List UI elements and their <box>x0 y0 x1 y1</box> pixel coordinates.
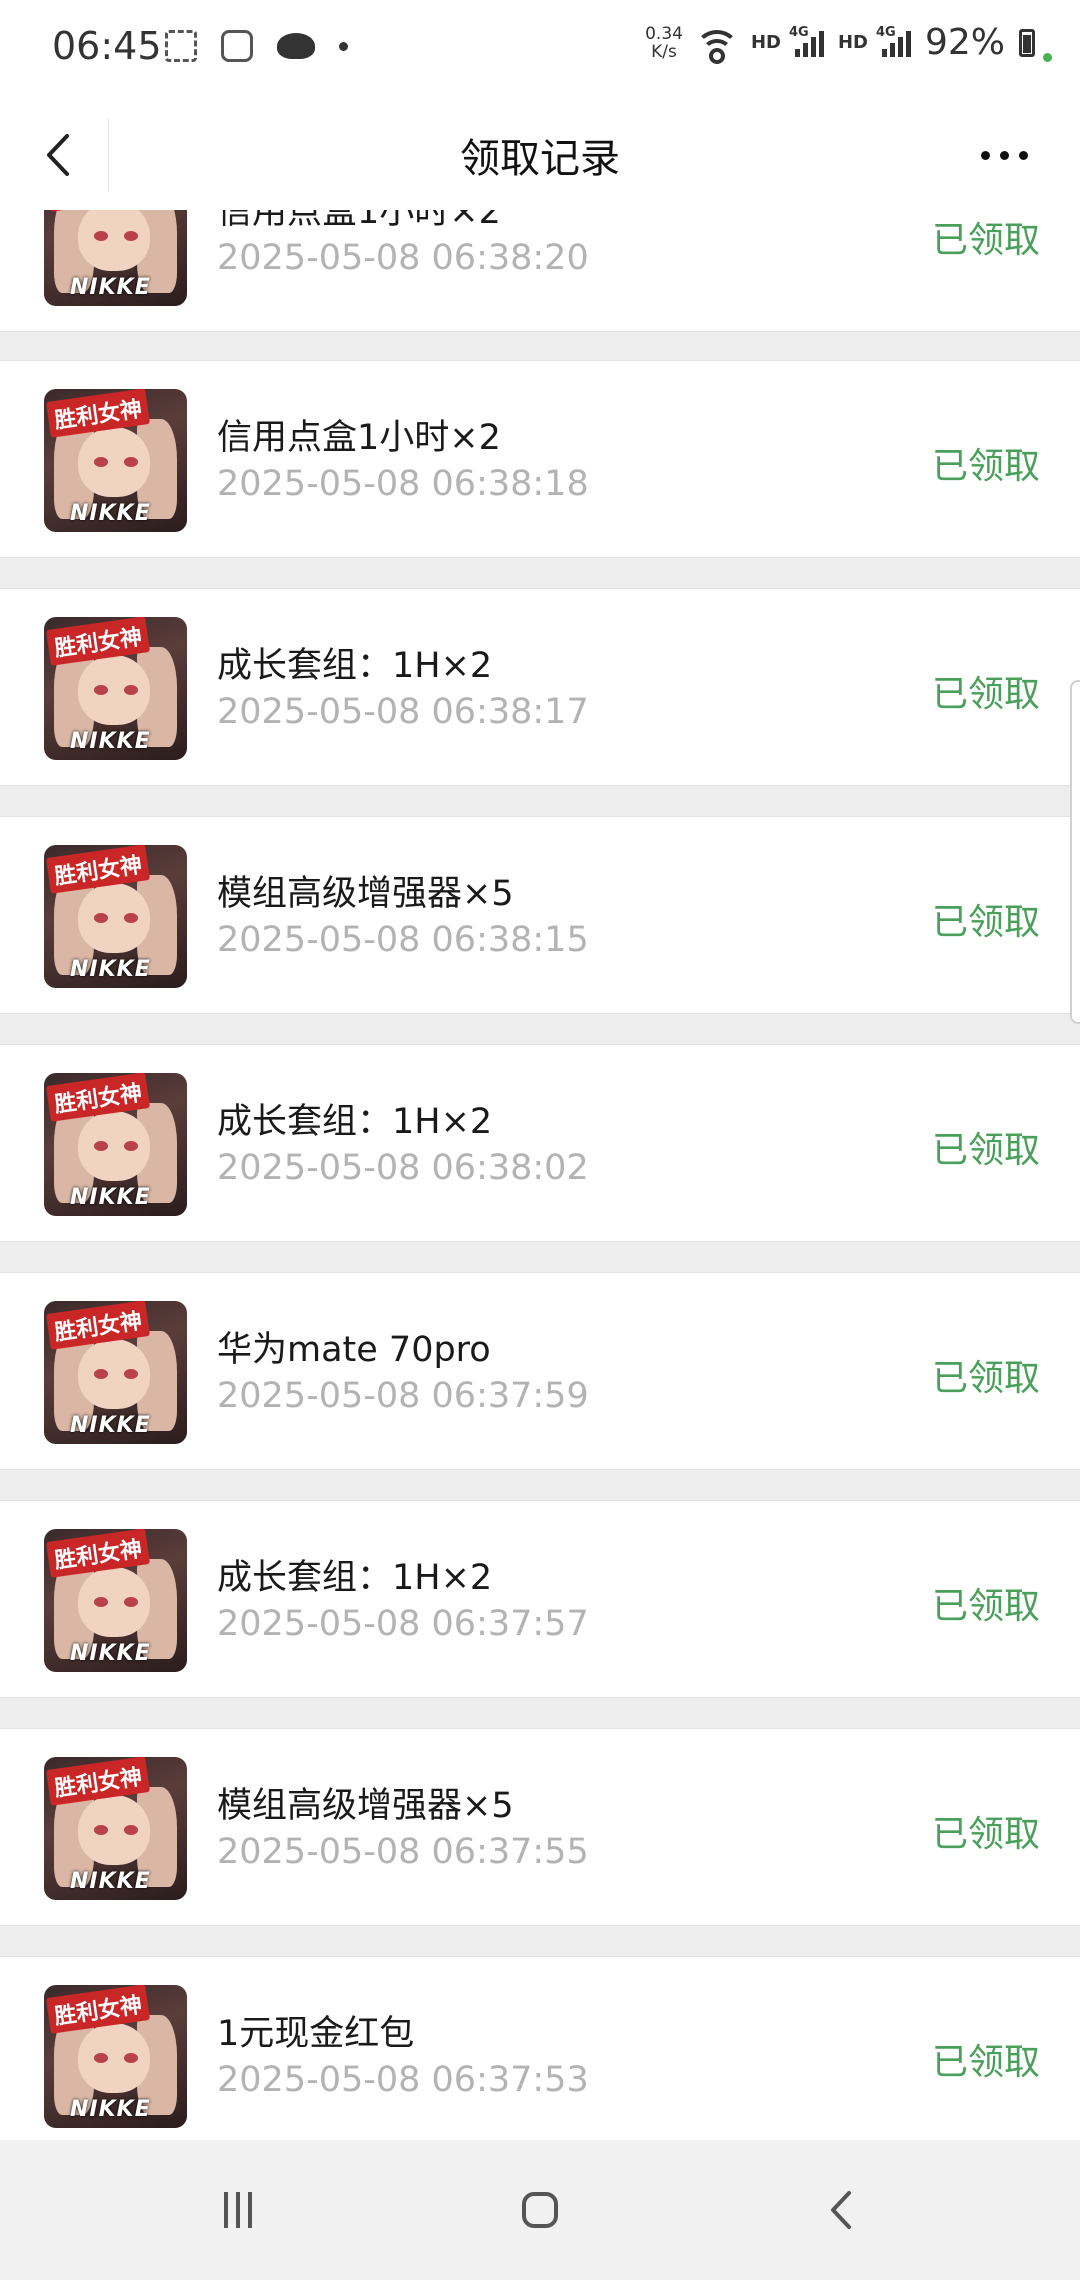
list-item[interactable]: 胜利女神 NIKKE 模组高级增强器×5 2025-05-08 06:38:15… <box>0 816 1080 1014</box>
more-button[interactable] <box>964 130 1044 180</box>
item-time: 2025-05-08 06:38:15 <box>217 920 589 960</box>
item-status: 已领取 <box>931 902 1040 943</box>
item-name: 成长套组：1H×2 <box>217 1102 493 1142</box>
item-time: 2025-05-08 06:38:17 <box>217 692 589 732</box>
avatar-badge: 胜利女神 <box>45 1757 151 1806</box>
item-status: 已领取 <box>931 1586 1040 1627</box>
item-name: 成长套组：1H×2 <box>217 646 493 686</box>
avatar-badge: 胜利女神 <box>45 1985 151 2034</box>
screenshot-icon <box>165 30 197 62</box>
avatar-logo: NIKKE <box>70 2097 151 2122</box>
network-speed-value: 0.34 <box>645 23 683 44</box>
records-list[interactable]: 胜利女神 NIKKE 信用点盒1小时×2 2025-05-08 06:38:20… <box>0 210 1080 2140</box>
scrollbar[interactable] <box>1070 680 1080 1024</box>
game-avatar: 胜利女神 NIKKE <box>44 1073 187 1216</box>
list-item[interactable]: 胜利女神 NIKKE 成长套组：1H×2 2025-05-08 06:37:57… <box>0 1500 1080 1698</box>
item-name: 信用点盒1小时×2 <box>217 418 501 458</box>
avatar-badge: 胜利女神 <box>45 845 151 894</box>
item-name: 华为mate 70pro <box>217 1330 491 1370</box>
item-time: 2025-05-08 06:38:02 <box>217 1148 589 1188</box>
item-time: 2025-05-08 06:37:55 <box>217 1832 589 1872</box>
game-avatar: 胜利女神 NIKKE <box>44 210 187 306</box>
item-name: 1元现金红包 <box>217 2014 415 2054</box>
recent-apps-button[interactable] <box>188 2180 288 2240</box>
privacy-indicator-icon <box>1043 53 1052 62</box>
item-status: 已领取 <box>931 2042 1040 2083</box>
item-status: 已领取 <box>931 220 1040 261</box>
item-status: 已领取 <box>931 446 1040 487</box>
status-time: 06:45 <box>52 24 162 68</box>
game-avatar: 胜利女神 NIKKE <box>44 1985 187 2128</box>
signal-type-2: 4G <box>875 24 896 40</box>
game-avatar: 胜利女神 NIKKE <box>44 617 187 760</box>
avatar-logo: NIKKE <box>70 501 151 526</box>
avatar-logo: NIKKE <box>70 957 151 982</box>
avatar-badge: 胜利女神 <box>45 1529 151 1578</box>
signal-icon-2: 4G <box>876 25 911 57</box>
app-notification-icon <box>277 33 315 59</box>
network-speed-unit: K/s <box>651 41 677 62</box>
avatar-badge: 胜利女神 <box>45 617 151 666</box>
back-arrow-icon <box>831 2191 851 2229</box>
avatar-logo: NIKKE <box>70 729 151 754</box>
more-notifications-dot-icon <box>339 41 348 51</box>
battery-icon <box>1019 28 1035 57</box>
wifi-icon <box>694 28 739 64</box>
status-right-icons: 0.34 K/s HD 4G HD 4G 92% <box>645 22 1052 64</box>
list-item[interactable]: 胜利女神 NIKKE 信用点盒1小时×2 2025-05-08 06:38:20… <box>0 210 1080 332</box>
item-name: 信用点盒1小时×2 <box>217 210 501 232</box>
page-title: 领取记录 <box>460 136 620 182</box>
list-item[interactable]: 胜利女神 NIKKE 华为mate 70pro 2025-05-08 06:37… <box>0 1272 1080 1470</box>
game-avatar: 胜利女神 NIKKE <box>44 845 187 988</box>
battery-percent: 92% <box>924 22 1005 63</box>
item-status: 已领取 <box>931 1814 1040 1855</box>
signal-type: 4G <box>788 24 809 40</box>
game-avatar: 胜利女神 NIKKE <box>44 1301 187 1444</box>
avatar-badge: 胜利女神 <box>45 389 151 438</box>
avatar-logo: NIKKE <box>70 1869 151 1894</box>
avatar-logo: NIKKE <box>70 275 151 300</box>
list-item[interactable]: 胜利女神 NIKKE 1元现金红包 2025-05-08 06:37:53 已领… <box>0 1956 1080 2140</box>
item-status: 已领取 <box>931 674 1040 715</box>
game-avatar: 胜利女神 NIKKE <box>44 1529 187 1672</box>
recents-icon <box>224 2192 228 2228</box>
avatar-badge: 胜利女神 <box>45 1301 151 1350</box>
network-speed: 0.34 K/s <box>645 25 683 61</box>
avatar-logo: NIKKE <box>70 1413 151 1438</box>
hd-label-2: HD <box>837 32 868 53</box>
item-status: 已领取 <box>931 1130 1040 1171</box>
avatar-badge: 胜利女神 <box>45 1073 151 1122</box>
scan-icon <box>221 30 253 62</box>
game-avatar: 胜利女神 NIKKE <box>44 389 187 532</box>
avatar-logo: NIKKE <box>70 1185 151 1210</box>
item-time: 2025-05-08 06:37:59 <box>217 1376 589 1416</box>
item-time: 2025-05-08 06:37:57 <box>217 1604 589 1644</box>
item-name: 模组高级增强器×5 <box>217 1786 514 1826</box>
item-time: 2025-05-08 06:37:53 <box>217 2060 589 2100</box>
list-item[interactable]: 胜利女神 NIKKE 模组高级增强器×5 2025-05-08 06:37:55… <box>0 1728 1080 1926</box>
item-time: 2025-05-08 06:38:20 <box>217 238 589 278</box>
item-status: 已领取 <box>931 1358 1040 1399</box>
list-item[interactable]: 胜利女神 NIKKE 成长套组：1H×2 2025-05-08 06:38:17… <box>0 588 1080 786</box>
home-icon <box>522 2192 558 2228</box>
item-name: 成长套组：1H×2 <box>217 1558 493 1598</box>
hd-label: HD <box>750 32 781 53</box>
home-button[interactable] <box>490 2180 590 2240</box>
avatar-logo: NIKKE <box>70 1641 151 1666</box>
list-item[interactable]: 胜利女神 NIKKE 成长套组：1H×2 2025-05-08 06:38:02… <box>0 1044 1080 1242</box>
system-nav-bar <box>0 2140 1080 2280</box>
list-item[interactable]: 胜利女神 NIKKE 信用点盒1小时×2 2025-05-08 06:38:18… <box>0 360 1080 558</box>
status-left-icons <box>165 30 348 62</box>
more-horizontal-icon <box>980 150 990 160</box>
item-name: 模组高级增强器×5 <box>217 874 514 914</box>
game-avatar: 胜利女神 NIKKE <box>44 1757 187 1900</box>
nav-header: 领取记录 <box>0 100 1080 210</box>
status-bar: 06:45 0.34 K/s HD 4G HD 4G 92% <box>0 0 1080 100</box>
signal-icon: 4G <box>789 25 824 57</box>
item-time: 2025-05-08 06:38:18 <box>217 464 589 504</box>
system-back-button[interactable] <box>792 2180 892 2240</box>
